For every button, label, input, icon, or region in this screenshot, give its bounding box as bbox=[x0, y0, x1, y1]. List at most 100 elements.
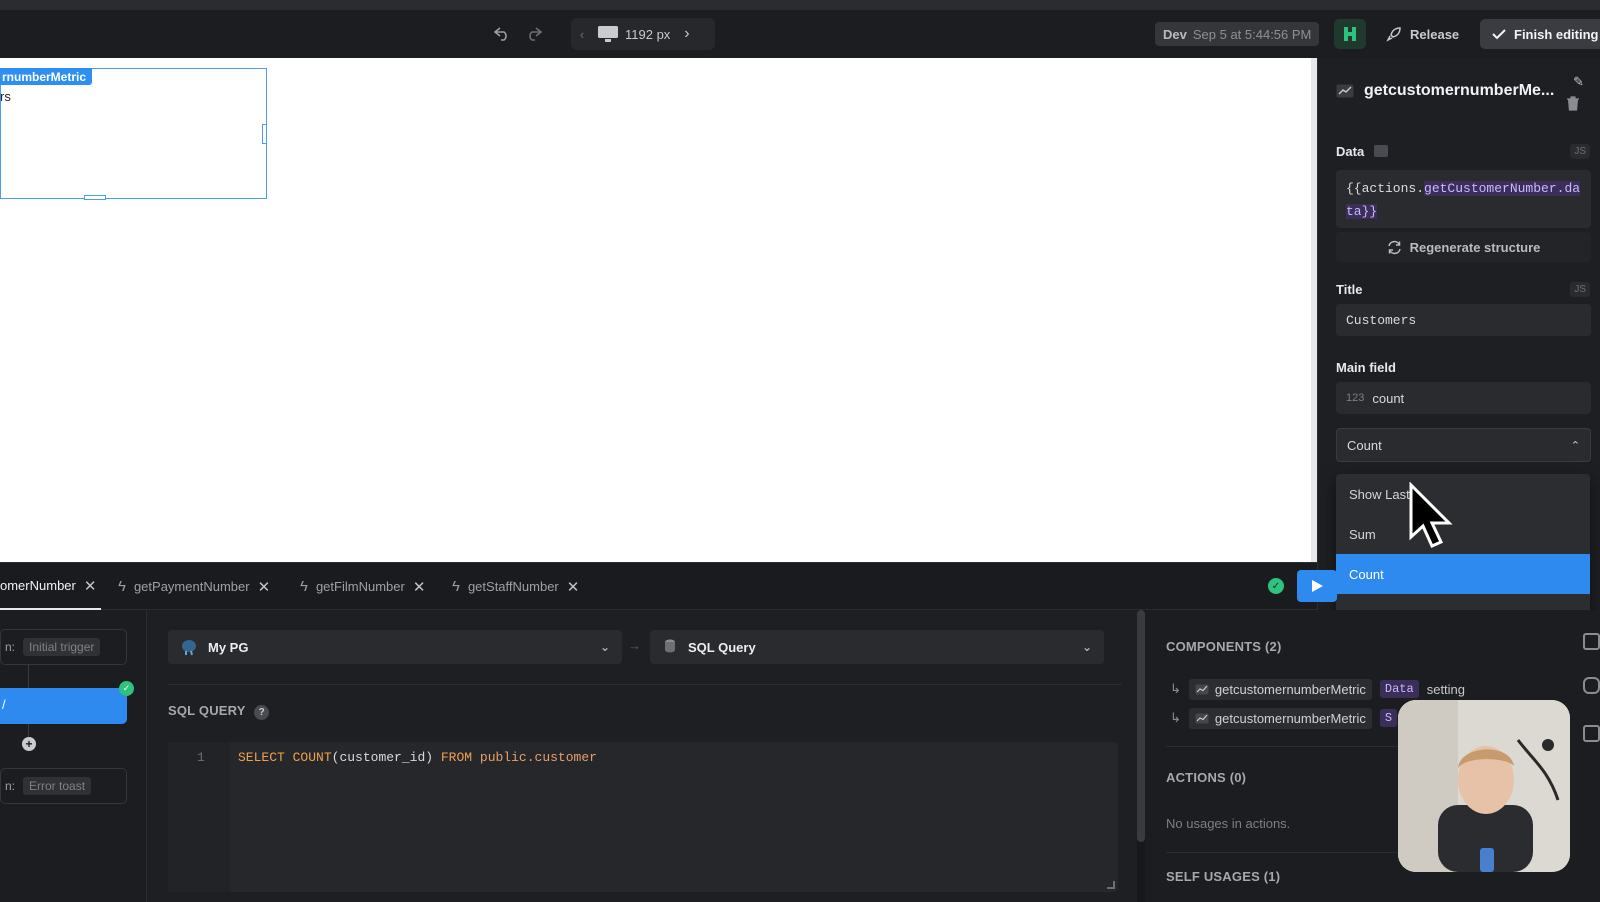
tab-get-staff-number[interactable]: ϟ getStaffNumber ✕ bbox=[452, 563, 579, 610]
sql-code-editor[interactable]: 1 SELECT COUNT(customer_id) FROM public.… bbox=[168, 742, 1118, 892]
component-name: getcustomernumberMetric bbox=[1214, 710, 1366, 726]
sql-function-count: COUNT bbox=[292, 750, 332, 765]
regenerate-structure-button[interactable]: Regenerate structure bbox=[1336, 232, 1591, 262]
comment-icon[interactable] bbox=[1583, 633, 1600, 650]
sql-table-name: public.customer bbox=[479, 750, 597, 765]
return-arrow-icon: ↳ bbox=[1170, 681, 1181, 696]
error-node[interactable]: n: Error toast bbox=[0, 768, 127, 804]
app-root: ‹ 1192 px › Dev Sep 5 at 5:44:56 PM Rele… bbox=[0, 0, 1600, 902]
undo-icon[interactable] bbox=[490, 22, 514, 46]
active-action-node[interactable]: / bbox=[0, 688, 127, 724]
component-name[interactable]: getcustomernumberMe... bbox=[1364, 82, 1554, 100]
tab-label: omerNumber bbox=[0, 578, 76, 593]
editor-scrollbar[interactable] bbox=[1137, 610, 1145, 842]
setting-text: setting bbox=[1426, 681, 1466, 697]
prop-chip: S bbox=[1379, 709, 1398, 727]
component-chip[interactable]: getcustomernumberMetric bbox=[1188, 678, 1372, 700]
tab-get-film-number[interactable]: ϟ getFilmNumber ✕ bbox=[300, 563, 425, 610]
option-sum[interactable]: Sum bbox=[1336, 514, 1590, 554]
trigger-chip: Initial trigger bbox=[23, 638, 101, 656]
close-icon[interactable]: ✕ bbox=[413, 578, 426, 596]
release-label: Release bbox=[1410, 26, 1460, 42]
close-icon[interactable]: ✕ bbox=[84, 577, 97, 595]
trigger-prefix: n: bbox=[5, 640, 16, 654]
finish-editing-button[interactable]: Finish editing bbox=[1480, 19, 1600, 49]
query-type-select[interactable]: SQL Query ⌄ bbox=[650, 630, 1104, 664]
run-action-button[interactable] bbox=[1297, 570, 1337, 602]
components-title: COMPONENTS (2) bbox=[1166, 639, 1282, 654]
resize-grip-icon[interactable] bbox=[1107, 881, 1115, 889]
main-field-select[interactable]: 123 count bbox=[1336, 382, 1591, 414]
component-chip[interactable]: getcustomernumberMetric bbox=[1188, 707, 1372, 729]
data-prop-chip: Data bbox=[1379, 680, 1419, 698]
help-icon[interactable]: ? bbox=[254, 705, 270, 720]
regenerate-label: Regenerate structure bbox=[1409, 239, 1541, 255]
aggregation-value: Count bbox=[1347, 437, 1382, 453]
tab-label: getPaymentNumber bbox=[133, 579, 250, 594]
release-button[interactable]: Release bbox=[1378, 19, 1472, 49]
selected-metric-component[interactable] bbox=[0, 68, 267, 199]
arrow-right-icon: → bbox=[628, 638, 641, 653]
usage-divider bbox=[1166, 852, 1416, 853]
device-width-value: 1192 px bbox=[625, 26, 671, 42]
component-usage-row[interactable]: ↳ getcustomernumberMetric S bbox=[1170, 706, 1398, 730]
close-icon[interactable]: ✕ bbox=[567, 578, 580, 596]
component-name-tag[interactable]: rnumberMetric bbox=[0, 68, 93, 85]
data-binding-field[interactable]: {{actions.getCustomerNumber.data}} bbox=[1336, 170, 1591, 228]
calendar-icon[interactable] bbox=[1583, 725, 1600, 742]
chevron-down-icon: ⌄ bbox=[599, 640, 610, 654]
inspector-header: getcustomernumberMe... bbox=[1336, 82, 1554, 100]
tab-get-payment-number[interactable]: ϟ getPaymentNumber ✕ bbox=[118, 563, 270, 610]
main-field-value: count bbox=[1372, 390, 1405, 406]
last-saved-timestamp: Sep 5 at 5:44:56 PM bbox=[1192, 26, 1312, 42]
sql-query-label: SQL QUERY bbox=[168, 703, 246, 718]
tab-label: getStaffNumber bbox=[467, 579, 559, 594]
data-binding-highlight: getCustomerNumber.d bbox=[1424, 181, 1573, 196]
datasource-select[interactable]: My PG ⌄ bbox=[168, 630, 622, 664]
tab-get-customer-number[interactable]: omerNumber ✕ bbox=[0, 563, 101, 610]
chevron-up-icon: ⌃ bbox=[1570, 439, 1580, 452]
line-number-gutter: 1 bbox=[168, 742, 230, 892]
top-bar: ‹ 1192 px › Dev Sep 5 at 5:44:56 PM Rele… bbox=[0, 0, 1600, 58]
no-usages-text: No usages in actions. bbox=[1166, 816, 1291, 831]
sql-query-title: SQL QUERY ? bbox=[168, 703, 270, 720]
option-count[interactable]: Count bbox=[1336, 554, 1590, 594]
title-input[interactable]: Customers bbox=[1336, 304, 1591, 336]
datasource-value: My PG bbox=[208, 639, 249, 655]
edit-pencil-icon[interactable]: ✎ bbox=[1573, 74, 1584, 90]
resize-handle-bottom[interactable] bbox=[84, 195, 106, 200]
environment-badge: Dev Sep 5 at 5:44:56 PM bbox=[1155, 22, 1320, 46]
tab-label: getFilmNumber bbox=[315, 579, 405, 594]
monitor-icon bbox=[598, 26, 618, 42]
resize-handle-right[interactable] bbox=[262, 124, 267, 144]
sql-keyword-from: FROM bbox=[440, 750, 473, 765]
chevron-left-icon[interactable]: ‹ bbox=[571, 27, 593, 42]
option-show-last[interactable]: Show Last bbox=[1336, 474, 1590, 514]
aggregation-select[interactable]: Count ⌃ bbox=[1336, 428, 1591, 462]
chevron-right-icon[interactable]: › bbox=[684, 25, 689, 43]
sql-code-line[interactable]: SELECT COUNT(customer_id) FROM public.cu… bbox=[238, 750, 597, 765]
presenter-video-image bbox=[1398, 700, 1570, 872]
close-icon[interactable]: ✕ bbox=[258, 578, 271, 596]
add-node-icon[interactable]: + bbox=[22, 737, 36, 751]
component-usage-row[interactable]: ↳ getcustomernumberMetric Data setting bbox=[1170, 677, 1465, 701]
database-icon[interactable] bbox=[1583, 677, 1600, 694]
title-label: Title bbox=[1336, 282, 1363, 297]
data-label-text: Data bbox=[1336, 144, 1365, 159]
flow-connector bbox=[28, 665, 29, 688]
redo-icon[interactable] bbox=[522, 22, 546, 46]
sql-argument: (customer_id) bbox=[331, 750, 434, 765]
error-chip: Error toast bbox=[23, 777, 92, 795]
trigger-node[interactable]: n: Initial trigger bbox=[0, 629, 127, 665]
actions-title: ACTIONS (0) bbox=[1166, 770, 1247, 785]
sql-database-icon bbox=[665, 639, 675, 653]
table-icon bbox=[1373, 145, 1388, 157]
title-js-toggle[interactable]: JS bbox=[1570, 282, 1590, 297]
mouse-cursor-icon bbox=[1409, 482, 1453, 548]
app-logo-icon[interactable] bbox=[1334, 19, 1366, 49]
refresh-icon bbox=[1387, 240, 1401, 254]
sql-keyword-select: SELECT bbox=[238, 750, 285, 765]
data-js-toggle[interactable]: JS bbox=[1570, 144, 1590, 159]
device-width-selector[interactable]: ‹ 1192 px › bbox=[571, 18, 715, 50]
delete-trash-icon[interactable] bbox=[1566, 96, 1580, 116]
